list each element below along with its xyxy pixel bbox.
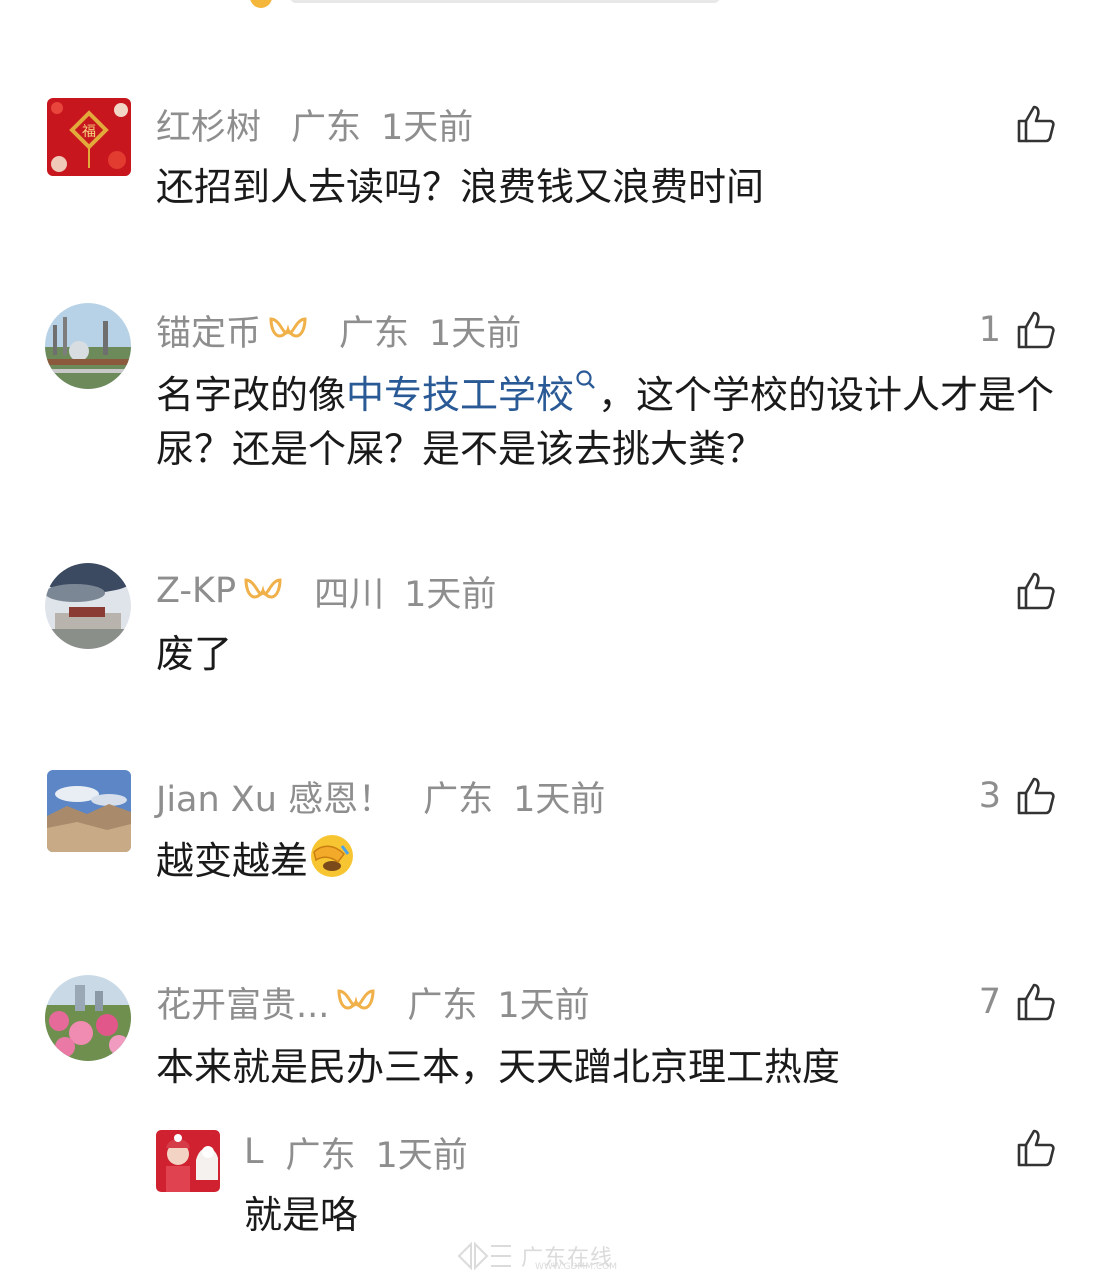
region-label: 广东 <box>339 313 410 354</box>
timestamp: 1天前 <box>381 107 474 148</box>
region-label: 广东 <box>423 779 494 820</box>
previous-comment-fragment <box>250 0 720 8</box>
like-count: 1 <box>978 310 1001 350</box>
comment-text: 本来就是民办三本，天天蹭北京理工热度 <box>156 1045 841 1089</box>
thumbs-up-icon <box>1017 777 1055 815</box>
avatar[interactable] <box>45 563 131 649</box>
comment-text-part: 名字改的像 <box>156 373 347 417</box>
comment-text: 越变越差 <box>156 832 1076 888</box>
like-button[interactable]: 1 <box>979 306 1057 354</box>
comment-meta: 锚定币 广东 1天前 <box>156 306 521 354</box>
avatar[interactable] <box>45 975 131 1061</box>
avatar[interactable] <box>47 770 131 852</box>
avatar-child-photo-icon <box>156 1130 220 1192</box>
username[interactable]: 红杉树 <box>156 99 261 150</box>
svg-text:福: 福 <box>82 124 96 140</box>
watermark: 广东在线 WWW.GDMM.COM <box>455 1236 655 1276</box>
vip-badge-icon <box>337 989 375 1010</box>
username[interactable]: L <box>244 1132 264 1172</box>
like-button[interactable] <box>1001 100 1057 148</box>
timestamp: 1天前 <box>497 985 590 1026</box>
timestamp: 1天前 <box>513 779 606 820</box>
emoji-icon <box>250 0 272 8</box>
thumbs-up-icon <box>1017 572 1055 610</box>
avatar-fu-decoration-icon: 福 <box>47 98 131 176</box>
username[interactable]: 花开富贵... <box>156 977 329 1028</box>
watermark-logo-icon <box>457 1241 511 1271</box>
username[interactable]: Z-KP <box>156 571 236 611</box>
comment-text: 还招到人去读吗？浪费钱又浪费时间 <box>156 165 765 209</box>
search-link[interactable]: 中专技工学校 <box>346 373 574 417</box>
region-label: 广东 <box>291 107 362 148</box>
avatar-flowers-icon <box>45 975 131 1061</box>
like-button[interactable] <box>1001 567 1057 615</box>
vip-badge-icon <box>269 317 307 338</box>
like-count: 3 <box>978 776 1001 816</box>
facepalm-emoji-icon <box>311 835 354 877</box>
thumbs-up-icon <box>1017 311 1055 349</box>
avatar[interactable] <box>156 1130 220 1192</box>
comment-text: 废了 <box>156 632 233 676</box>
like-count: 7 <box>978 982 1001 1022</box>
comment-list-page: 福 红杉树 广东 1天前 还招到人去读吗？浪费钱又浪费时间 锚定币 广东 1天前… <box>0 0 1103 1280</box>
reply-text: 就是咯 <box>244 1193 359 1237</box>
thumbs-up-icon <box>1017 1129 1055 1167</box>
avatar[interactable] <box>45 303 131 389</box>
comment-text: 名字改的像中专技工学校 ，这个学校的设计人才是个尿？还是个屎？是不是该去挑大粪？ <box>156 368 1076 476</box>
cut-off-text <box>290 0 720 3</box>
avatar[interactable]: 福 <box>47 98 131 176</box>
username[interactable]: 锚定币 <box>156 305 261 356</box>
region-label: 广东 <box>407 985 478 1026</box>
comment-meta: Jian Xu 感恩！ 广东 1天前 <box>156 772 605 820</box>
timestamp: 1天前 <box>429 313 522 354</box>
search-icon[interactable] <box>574 368 598 396</box>
username[interactable]: Jian Xu 感恩！ <box>156 771 393 822</box>
region-label: 广东 <box>285 1135 356 1176</box>
avatar-palace-scene-icon <box>45 563 131 649</box>
like-button[interactable]: 3 <box>979 772 1057 820</box>
thumbs-up-icon <box>1017 105 1055 143</box>
comment-meta: Z-KP 四川 1天前 <box>156 567 496 615</box>
avatar-landscape-icon <box>47 770 131 852</box>
timestamp: 1天前 <box>375 1135 468 1176</box>
reply-meta: L 广东 1天前 <box>244 1128 468 1176</box>
vip-badge-icon <box>244 578 282 599</box>
comment-text-part: 越变越差 <box>156 839 309 883</box>
comment-meta: 红杉树 广东 1天前 <box>156 100 473 148</box>
comment-meta: 花开富贵... 广东 1天前 <box>156 978 590 1026</box>
like-button[interactable]: 7 <box>979 978 1057 1026</box>
region-label: 四川 <box>314 574 385 615</box>
watermark-url: WWW.GDMM.COM <box>535 1262 617 1272</box>
thumbs-up-icon <box>1017 983 1055 1021</box>
avatar-factory-scene-icon <box>45 303 131 389</box>
timestamp: 1天前 <box>404 574 497 615</box>
like-button[interactable] <box>1001 1124 1057 1172</box>
